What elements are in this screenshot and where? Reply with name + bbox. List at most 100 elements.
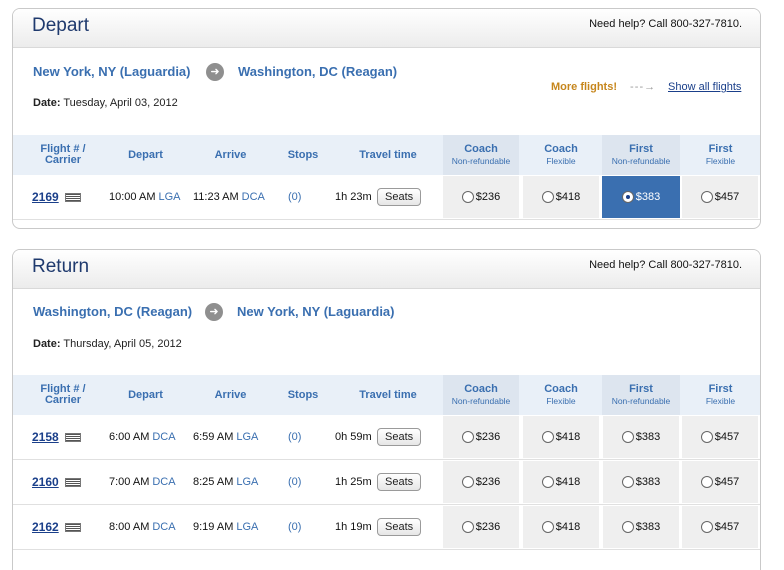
radio-icon[interactable] — [461, 476, 474, 488]
depart-time: 7:00 AM DCA — [109, 476, 176, 488]
table-row: 2169 10:00 AM LGA 11:23 AM DCA (0) 1h 23m … — [13, 175, 760, 220]
return-destination: New York, NY (Laguardia) — [237, 304, 395, 319]
col-flight: Flight # / Carrier — [40, 383, 86, 406]
radio-icon[interactable] — [621, 431, 634, 443]
date-label: Date: — [33, 338, 61, 350]
fare-first-flex[interactable]: $457 — [682, 176, 758, 218]
radio-icon[interactable] — [700, 521, 713, 533]
seats-cell: Seats — [377, 505, 422, 549]
seats-button[interactable]: Seats — [377, 473, 422, 491]
fare-first-flex[interactable]: $457 — [682, 506, 758, 548]
fare-coach-nonref[interactable]: $236 — [443, 176, 519, 218]
depart-time: 8:00 AM DCA — [109, 521, 176, 533]
flight-number-link[interactable]: 2162 — [32, 505, 59, 549]
fare-coach-flex[interactable]: $418 — [523, 416, 599, 458]
depart-destination: Washington, DC (Reagan) — [238, 64, 398, 79]
seats-cell: Seats — [377, 460, 422, 504]
fare-coach-flex[interactable]: $418 — [523, 176, 599, 218]
fare-first-flex[interactable]: $457 — [682, 416, 758, 458]
us-flag-icon — [65, 460, 81, 504]
col-first-nonref: First Non-refundable — [602, 375, 680, 415]
radio-icon[interactable] — [461, 431, 474, 443]
arrow-right-icon: ➜ — [206, 63, 224, 81]
col-travel: Travel time — [359, 388, 417, 401]
show-all-flights-link[interactable]: Show all flights — [668, 81, 741, 93]
col-flight: Flight # / Carrier — [40, 143, 86, 166]
col-coach-nonref: Coach Non-refundable — [443, 375, 519, 415]
fare-first-nonref[interactable]: $383 — [603, 416, 679, 458]
fare-coach-flex[interactable]: $418 — [523, 506, 599, 548]
us-flag-icon — [65, 175, 81, 219]
col-coach-flex: Coach Flexible — [544, 142, 578, 166]
arrow-right-icon: ➜ — [205, 303, 223, 321]
travel-time: 1h 25m — [335, 476, 372, 488]
col-first-flex: First Flexible — [705, 142, 736, 166]
depart-panel: Depart Need help? Call 800-327-7810. New… — [12, 8, 761, 229]
radio-icon[interactable] — [621, 191, 634, 203]
col-first-flex: First Flexible — [705, 382, 736, 406]
fare-first-nonref[interactable]: $383 — [603, 461, 679, 503]
col-depart: Depart — [128, 388, 163, 401]
radio-icon[interactable] — [461, 191, 474, 203]
depart-time: 6:00 AM DCA — [109, 431, 176, 443]
date-value: Thursday, April 05, 2012 — [63, 338, 182, 350]
more-flights-label: More flights! — [551, 81, 617, 93]
stops-link[interactable]: (0) — [288, 460, 301, 504]
seats-button[interactable]: Seats — [377, 188, 422, 206]
arrive-time: 9:19 AM LGA — [193, 521, 259, 533]
seats-cell: Seats — [377, 175, 422, 219]
return-panel: Return Need help? Call 800-327-7810. Was… — [12, 249, 761, 570]
radio-icon[interactable] — [700, 191, 713, 203]
us-flag-icon — [65, 415, 81, 459]
fare-coach-flex[interactable]: $418 — [523, 461, 599, 503]
radio-icon[interactable] — [541, 191, 554, 203]
depart-header: Depart Need help? Call 800-327-7810. — [13, 9, 760, 48]
seats-button[interactable]: Seats — [377, 518, 422, 536]
radio-icon[interactable] — [541, 431, 554, 443]
us-flag-icon — [65, 505, 81, 549]
arrive-time: 11:23 AM DCA — [193, 191, 265, 203]
col-travel: Travel time — [359, 148, 417, 161]
depart-time: 10:00 AM LGA — [109, 191, 181, 203]
radio-icon[interactable] — [621, 521, 634, 533]
radio-icon[interactable] — [700, 476, 713, 488]
fare-first-nonref-selected[interactable]: $383 — [602, 176, 680, 218]
depart-origin: New York, NY (Laguardia) — [33, 64, 191, 79]
stops-link[interactable]: (0) — [288, 175, 301, 219]
col-coach-flex: Coach Flexible — [544, 382, 578, 406]
table-row: 2162 8:00 AM DCA 9:19 AM LGA (0) 1h 19m Se… — [13, 505, 760, 550]
arrive-time: 6:59 AM LGA — [193, 431, 259, 443]
col-depart: Depart — [128, 148, 163, 161]
radio-icon[interactable] — [700, 431, 713, 443]
radio-icon[interactable] — [621, 476, 634, 488]
col-stops: Stops — [287, 388, 319, 401]
col-stops: Stops — [287, 148, 319, 161]
radio-icon[interactable] — [541, 521, 554, 533]
stops-link[interactable]: (0) — [288, 505, 301, 549]
fare-first-nonref[interactable]: $383 — [603, 506, 679, 548]
flight-number-link[interactable]: 2160 — [32, 460, 59, 504]
date-label: Date: — [33, 97, 61, 109]
fare-coach-nonref[interactable]: $236 — [443, 461, 519, 503]
seats-cell: Seats — [377, 415, 422, 459]
col-coach-nonref: Coach Non-refundable — [443, 135, 519, 175]
seats-button[interactable]: Seats — [377, 428, 422, 446]
date-value: Tuesday, April 03, 2012 — [63, 97, 178, 109]
fare-first-flex[interactable]: $457 — [682, 461, 758, 503]
travel-time: 1h 23m — [335, 191, 372, 203]
return-title: Return — [32, 256, 90, 277]
return-header: Return Need help? Call 800-327-7810. — [13, 250, 760, 289]
col-arrive: Arrive — [214, 388, 247, 401]
fare-coach-nonref[interactable]: $236 — [443, 506, 519, 548]
flight-number-link[interactable]: 2158 — [32, 415, 59, 459]
dashed-arrow-icon: - - - → — [630, 81, 655, 93]
flight-number-link[interactable]: 2169 — [32, 175, 59, 219]
fare-coach-nonref[interactable]: $236 — [443, 416, 519, 458]
arrive-time: 8:25 AM LGA — [193, 476, 259, 488]
col-arrive: Arrive — [214, 148, 247, 161]
return-origin: Washington, DC (Reagan) — [33, 304, 193, 319]
stops-link[interactable]: (0) — [288, 415, 301, 459]
travel-time: 0h 59m — [335, 431, 372, 443]
radio-icon[interactable] — [461, 521, 474, 533]
radio-icon[interactable] — [541, 476, 554, 488]
